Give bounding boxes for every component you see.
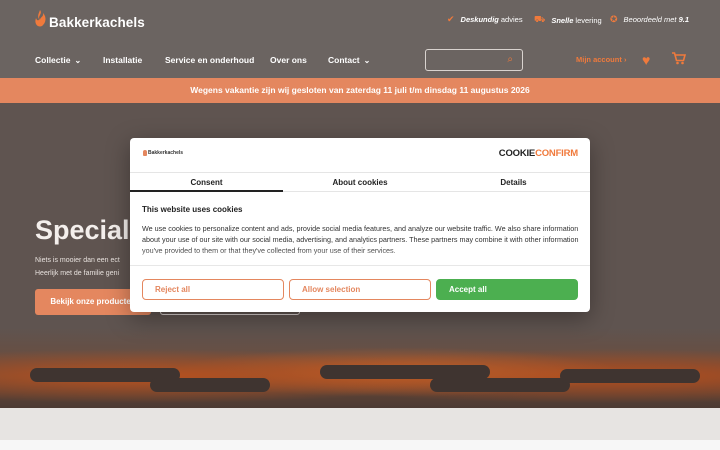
allow-selection-button[interactable]: Allow selection bbox=[289, 279, 431, 300]
shopping-cart-icon[interactable] bbox=[672, 52, 687, 68]
wishlist-heart-icon[interactable]: ♥ bbox=[642, 52, 650, 68]
hero-title: Special bbox=[35, 215, 130, 245]
chevron-down-icon: ⌄ bbox=[74, 55, 82, 65]
usp-advice: ✔ Deskundig advies bbox=[447, 14, 523, 24]
usp-rating: ✪ Beoordeeld met 9.1 bbox=[610, 14, 690, 24]
cookie-tabs: Consent About cookies Details bbox=[130, 172, 590, 192]
cookie-heading: This website uses cookies bbox=[142, 205, 243, 214]
nav-item-collectie[interactable]: Collectie ⌄ bbox=[35, 55, 81, 65]
chevron-right-icon: › bbox=[623, 55, 627, 64]
nav-item-service[interactable]: Service en onderhoud bbox=[165, 55, 254, 65]
modal-site-logo: Bakkerkachels bbox=[143, 150, 183, 156]
usp-delivery: ⛟ Snelle levering bbox=[534, 14, 602, 25]
star-badge-icon: ✪ bbox=[610, 14, 618, 24]
content-section bbox=[0, 408, 720, 440]
reject-all-button[interactable]: Reject all bbox=[142, 279, 284, 300]
truck-icon: ⛟ bbox=[534, 14, 546, 24]
flame-logo-icon bbox=[143, 150, 147, 156]
my-account-link[interactable]: Mijn account › bbox=[576, 55, 626, 64]
hero-text-line: Heerlijk met de familie geni bbox=[35, 270, 120, 277]
cookieconfirm-logo: COOKIECONFIRM bbox=[498, 148, 578, 159]
announcement-bar: Wegens vakantie zijn wij gesloten van za… bbox=[0, 78, 720, 103]
log-shape bbox=[320, 365, 490, 379]
log-shape bbox=[560, 369, 700, 383]
divider bbox=[130, 265, 590, 266]
site-logo[interactable]: Bakkerkachels bbox=[34, 6, 145, 32]
search-icon[interactable]: ⌕ bbox=[507, 54, 513, 65]
checkmark-icon: ✔ bbox=[447, 14, 455, 24]
hero-text-line: Niets is mooier dan een ect bbox=[35, 257, 120, 264]
cookie-consent-dialog: Bakkerkachels COOKIECONFIRM Consent Abou… bbox=[130, 138, 590, 312]
chevron-down-icon: ⌄ bbox=[363, 55, 371, 65]
nav-item-installatie[interactable]: Installatie bbox=[103, 55, 142, 65]
nav-item-over-ons[interactable]: Over ons bbox=[270, 55, 307, 65]
accept-all-button[interactable]: Accept all bbox=[436, 279, 578, 300]
search-input[interactable]: ⌕ bbox=[425, 49, 523, 71]
flame-logo-icon bbox=[34, 9, 48, 29]
tab-about-cookies[interactable]: About cookies bbox=[283, 173, 437, 192]
page-background bbox=[0, 440, 720, 450]
log-shape bbox=[430, 378, 570, 392]
brand-name: Bakkerkachels bbox=[49, 14, 145, 30]
nav-item-contact[interactable]: Contact ⌄ bbox=[328, 55, 370, 65]
log-shape bbox=[150, 378, 270, 392]
tab-details[interactable]: Details bbox=[437, 173, 590, 192]
tab-consent[interactable]: Consent bbox=[130, 173, 283, 192]
